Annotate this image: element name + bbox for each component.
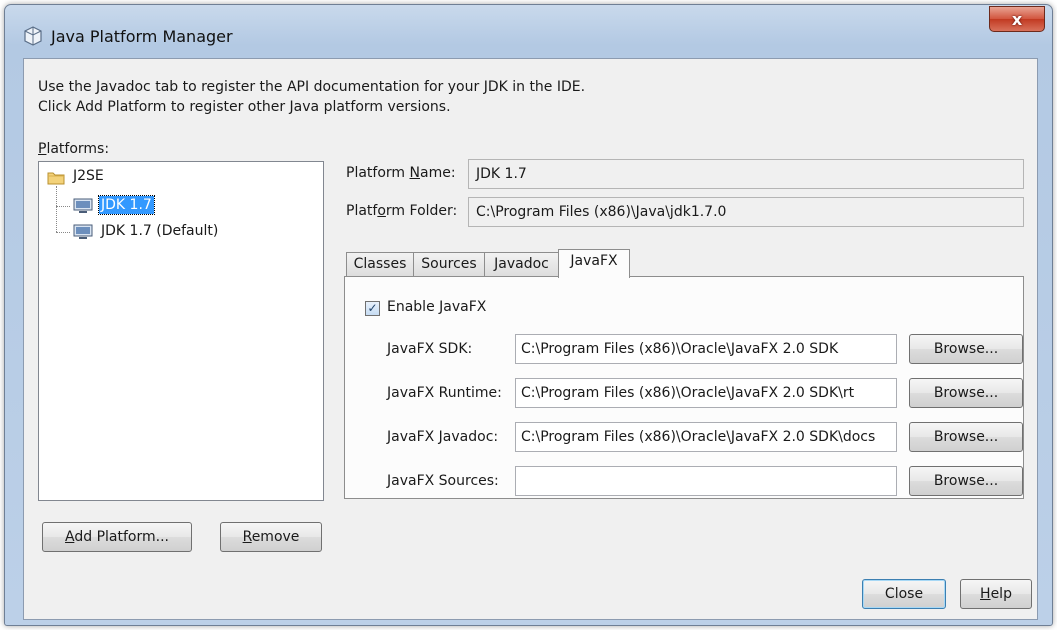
title-bar[interactable]: Java Platform Manager x <box>5 5 1052 57</box>
remove-button[interactable]: Remove <box>220 522 322 552</box>
javafx-sdk-label: JavaFX SDK: <box>387 341 473 357</box>
javafx-javadoc-label: JavaFX Javadoc: <box>387 429 499 445</box>
enable-javafx-checkbox[interactable]: ✓ <box>365 301 380 316</box>
javafx-sdk-input[interactable]: C:\Program Files (x86)\Oracle\JavaFX 2.0… <box>515 334 897 364</box>
javafx-runtime-label: JavaFX Runtime: <box>387 385 502 401</box>
tree-node-j2se[interactable]: J2SE <box>73 168 104 184</box>
javafx-sdk-browse-button[interactable]: Browse... <box>909 334 1023 364</box>
tab-javadoc[interactable]: Javadoc <box>484 252 559 277</box>
close-icon: x <box>1011 9 1023 29</box>
enable-javafx-label[interactable]: Enable JavaFX <box>387 299 486 315</box>
tab-classes[interactable]: Classes <box>346 252 414 277</box>
help-button[interactable]: Help <box>960 579 1032 609</box>
instructions-line-2: Click Add Platform to register other Jav… <box>38 99 451 115</box>
instructions: Use the Javadoc tab to register the API … <box>38 77 585 117</box>
tab-javafx[interactable]: JavaFX <box>558 249 630 278</box>
tree-node-jdk-1-7-default[interactable]: JDK 1.7 (Default) <box>101 223 218 239</box>
tree-connector <box>56 186 57 232</box>
java-cup-icon <box>24 26 42 46</box>
tree-node-jdk-1-7[interactable]: JDK 1.7 <box>98 195 155 215</box>
platforms-label: Platforms: <box>38 141 110 157</box>
javafx-tab-panel: ✓ Enable JavaFX JavaFX SDK: C:\Program F… <box>344 276 1024 499</box>
javafx-sources-input[interactable] <box>515 466 897 496</box>
instructions-line-1: Use the Javadoc tab to register the API … <box>38 79 586 95</box>
platform-name-field[interactable]: JDK 1.7 <box>468 159 1024 189</box>
platform-name-label: Platform Name: <box>346 165 456 181</box>
platform-folder-field[interactable]: C:\Program Files (x86)\Java\jdk1.7.0 <box>468 197 1024 227</box>
dialog-window: Java Platform Manager x Use the Javadoc … <box>4 4 1053 626</box>
add-platform-button[interactable]: Add Platform... <box>42 522 192 552</box>
platform-folder-label: Platform Folder: <box>346 203 458 219</box>
tree-connector <box>56 232 70 233</box>
window-title: Java Platform Manager <box>51 27 233 46</box>
javafx-sources-browse-button[interactable]: Browse... <box>909 466 1023 496</box>
tab-sources[interactable]: Sources <box>413 252 485 277</box>
javafx-runtime-browse-button[interactable]: Browse... <box>909 378 1023 408</box>
close-button[interactable]: Close <box>862 579 946 609</box>
javafx-javadoc-browse-button[interactable]: Browse... <box>909 422 1023 452</box>
tree-connector <box>56 206 70 207</box>
platforms-tree[interactable]: J2SE JDK 1.7 JDK 1.7 (Default) <box>38 161 324 501</box>
monitor-icon <box>73 198 93 213</box>
dialog-body: Use the Javadoc tab to register the API … <box>23 58 1038 620</box>
javafx-runtime-input[interactable]: C:\Program Files (x86)\Oracle\JavaFX 2.0… <box>515 378 897 408</box>
window-close-button[interactable]: x <box>989 6 1045 32</box>
folder-icon <box>47 172 65 185</box>
javafx-javadoc-input[interactable]: C:\Program Files (x86)\Oracle\JavaFX 2.0… <box>515 422 897 452</box>
javafx-sources-label: JavaFX Sources: <box>387 473 499 489</box>
monitor-icon <box>73 224 93 239</box>
